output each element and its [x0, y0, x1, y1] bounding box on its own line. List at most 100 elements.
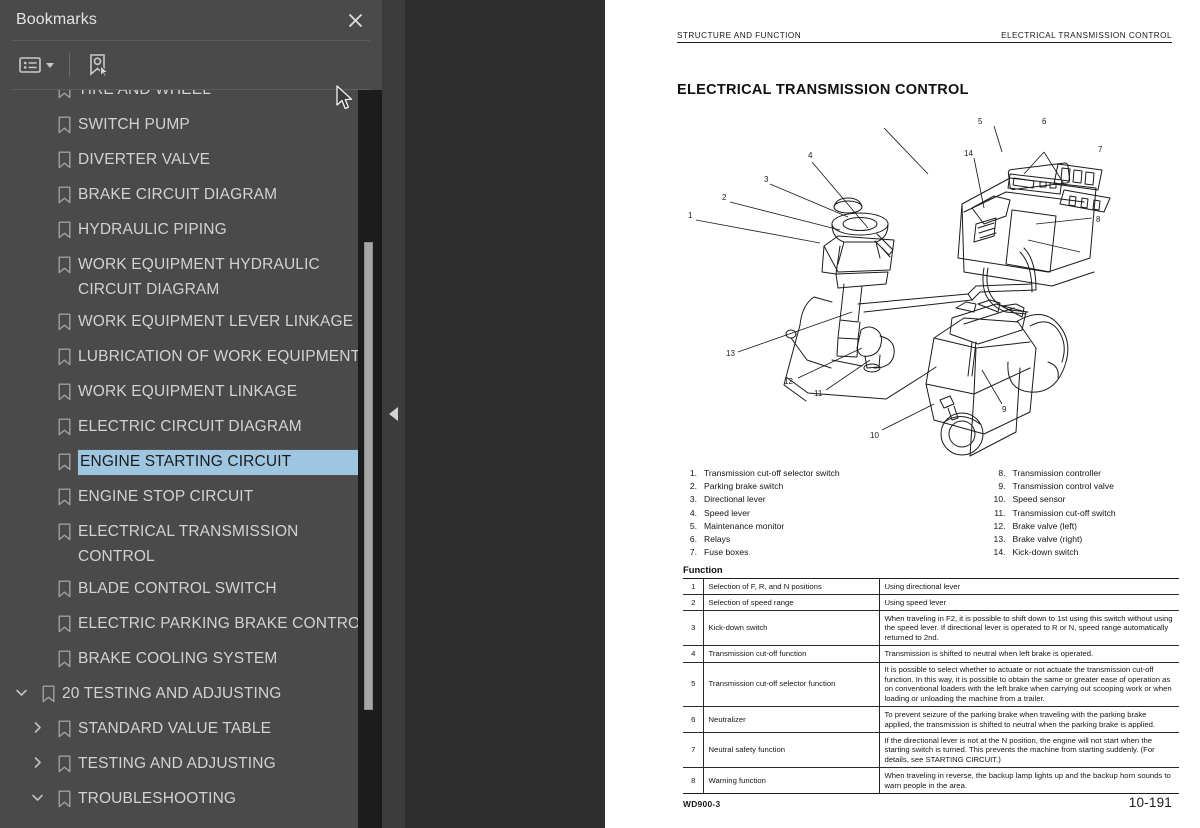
part-number: 12.: [993, 520, 1006, 531]
bookmark-icon: [50, 90, 78, 99]
bookmark-twisty-placeholder: [24, 647, 50, 651]
bookmark-item[interactable]: BRAKE CIRCUIT DIAGRAM: [0, 179, 382, 214]
bookmark-options-button[interactable]: [16, 50, 57, 80]
close-panel-button[interactable]: [342, 7, 368, 33]
part-legend-item: 13. Brake valve (right): [992, 533, 1173, 546]
bookmark-icon: [50, 113, 78, 134]
function-table-row: 1 Selection of F, R, and N positions Using…: [683, 578, 1179, 595]
bookmark-icon: [50, 345, 78, 366]
function-row-description: When traveling in reverse, the backup la…: [878, 767, 1179, 794]
list-options-icon: [19, 57, 41, 73]
running-head: STRUCTURE AND FUNCTION ELECTRICAL TRANSM…: [677, 31, 1172, 43]
part-legend-item: 10. Speed sensor: [992, 493, 1173, 506]
bookmarks-list-container: TIRE AND WHEEL SWITCH PUMP DIVERTER VALVE B…: [0, 90, 382, 828]
part-number: 4.: [689, 507, 697, 518]
bookmark-item[interactable]: TIRE AND WHEEL: [0, 90, 382, 109]
part-number: 2.: [689, 481, 697, 492]
part-name: Relays: [704, 534, 731, 545]
bookmark-twisty-placeholder: [24, 218, 50, 222]
bookmark-item[interactable]: HYDRAULIC PIPING: [0, 214, 382, 249]
function-row-name: Neutralizer: [702, 706, 879, 733]
bookmark-item[interactable]: ELECTRIC CIRCUIT DIAGRAM: [0, 411, 382, 446]
bookmark-icon: [50, 752, 78, 773]
bookmark-icon: [50, 380, 78, 401]
svg-text:8: 8: [1096, 215, 1101, 224]
svg-text:10: 10: [870, 431, 879, 440]
svg-text:4: 4: [808, 151, 813, 160]
bookmark-item[interactable]: ELECTRICAL TRANSMISSION CONTROL: [0, 516, 382, 573]
function-row-description: It is possible to select whether to actu…: [878, 662, 1179, 707]
function-row-number: 3: [691, 623, 696, 633]
part-legend-item: 11. Transmission cut-off switch: [992, 507, 1173, 520]
function-table-row: 2 Selection of speed range Using speed lev…: [683, 594, 1179, 611]
bookmark-item[interactable]: TROUBLESHOOTING: [0, 783, 382, 818]
chevron-down-icon[interactable]: [8, 682, 34, 699]
page-title: ELECTRICAL TRANSMISSION CONTROL: [677, 82, 969, 98]
function-row-description: To prevent seizure of the parking brake …: [878, 706, 1179, 733]
svg-text:2: 2: [722, 193, 727, 202]
bookmark-twisty-placeholder: [24, 612, 50, 616]
bookmark-item[interactable]: BLADE CONTROL SWITCH: [0, 573, 382, 608]
svg-text:9: 9: [1002, 405, 1007, 414]
bookmark-item[interactable]: WORK EQUIPMENT LEVER LINKAGE: [0, 306, 382, 341]
bookmark-item[interactable]: ENGINE STOP CIRCUIT: [0, 481, 382, 516]
part-number: 1.: [689, 468, 697, 478]
function-row-description: If the directional lever is not at the N…: [878, 732, 1179, 768]
new-bookmark-button[interactable]: [84, 50, 112, 80]
bookmark-item[interactable]: STANDARD VALUE TABLE: [0, 713, 382, 748]
chevron-down-icon[interactable]: [24, 787, 50, 804]
bookmark-label: WORK EQUIPMENT LEVER LINKAGE: [78, 313, 354, 330]
part-number: 9.: [998, 481, 1006, 492]
bookmark-label: BRAKE COOLING SYSTEM: [78, 650, 278, 667]
bookmarks-panel: Bookmarks SWITCH PUMP DIVERTER VALVE BRA…: [0, 0, 382, 828]
collapse-sidebar-handle[interactable]: [382, 0, 405, 828]
running-head-right: ELECTRICAL TRANSMISSION CONTROL: [1001, 31, 1172, 40]
chevron-right-icon[interactable]: [24, 717, 50, 734]
bookmark-icon: [50, 717, 78, 738]
part-number: 8.: [998, 468, 1006, 478]
bookmark-icon: [50, 218, 78, 239]
figure-linework: 1 2 3 4 5 6 7 8 9 10 11 12 13 14: [688, 117, 1111, 457]
part-legend-item: 9. Transmission control valve: [992, 480, 1173, 493]
document-viewport[interactable]: STRUCTURE AND FUNCTION ELECTRICAL TRANSM…: [405, 0, 1200, 828]
function-table-row: 8 Warning function When traveling in rever…: [683, 767, 1179, 794]
pdf-viewer-window: Bookmarks SWITCH PUMP DIVERTER VALVE BRA…: [0, 0, 1200, 828]
svg-text:12: 12: [784, 377, 793, 386]
svg-text:14: 14: [964, 149, 973, 158]
part-legend-item: 6. Relays: [683, 533, 928, 546]
footer-page-number: 10-191: [1128, 795, 1172, 810]
bookmark-item[interactable]: LUBRICATION OF WORK EQUIPMENT: [0, 341, 382, 376]
parts-legend: 1. Transmission cut-off selector switch 2.…: [683, 467, 1172, 559]
bookmark-item[interactable]: 20 TESTING AND ADJUSTING: [0, 678, 382, 713]
bookmark-item[interactable]: SWITCH PUMP: [0, 109, 382, 144]
chevron-right-icon[interactable]: [24, 752, 50, 769]
bookmark-label: ELECTRICAL TRANSMISSION CONTROL: [78, 523, 299, 565]
bookmarks-toolbar: [0, 41, 382, 89]
function-row-number: 8: [691, 775, 696, 785]
bookmark-item[interactable]: DIVERTER VALVE: [0, 144, 382, 179]
part-number: 14.: [993, 547, 1006, 558]
bookmark-twisty-placeholder: [24, 253, 50, 257]
bookmark-item[interactable]: ENGINE STARTING CIRCUIT: [0, 446, 382, 481]
function-table-body: 1 Selection of F, R, and N positions Using…: [683, 578, 1179, 794]
bookmark-item[interactable]: WORK EQUIPMENT HYDRAULIC CIRCUIT DIAGRAM: [0, 249, 382, 306]
bookmark-item[interactable]: ELECTRIC PARKING BRAKE CONTROL: [0, 608, 382, 643]
bookmark-label: BLADE CONTROL SWITCH: [78, 580, 277, 597]
part-legend-item: 7. Fuse boxes: [683, 546, 928, 559]
function-row-number: 6: [691, 714, 696, 724]
bookmark-item[interactable]: WORK EQUIPMENT LINKAGE: [0, 376, 382, 411]
bookmark-twisty-placeholder: [24, 380, 50, 384]
bookmark-icon: [50, 183, 78, 204]
bookmark-twisty-placeholder: [24, 113, 50, 117]
bookmarks-scrollbar-thumb[interactable]: [364, 242, 373, 710]
svg-text:6: 6: [1042, 117, 1047, 126]
bookmarks-scrollbar[interactable]: [358, 90, 382, 828]
part-number: 7.: [689, 547, 697, 558]
toolbar-separator: [69, 53, 70, 77]
part-legend-item: 14. Kick-down switch: [992, 546, 1173, 559]
part-name: Brake valve (right): [1012, 534, 1083, 545]
function-row-name: Transmission cut-off function: [702, 645, 879, 663]
bookmark-item[interactable]: BRAKE COOLING SYSTEM: [0, 643, 382, 678]
bookmark-item[interactable]: TESTING AND ADJUSTING: [0, 748, 382, 783]
bookmark-label: LUBRICATION OF WORK EQUIPMENT: [78, 348, 361, 365]
